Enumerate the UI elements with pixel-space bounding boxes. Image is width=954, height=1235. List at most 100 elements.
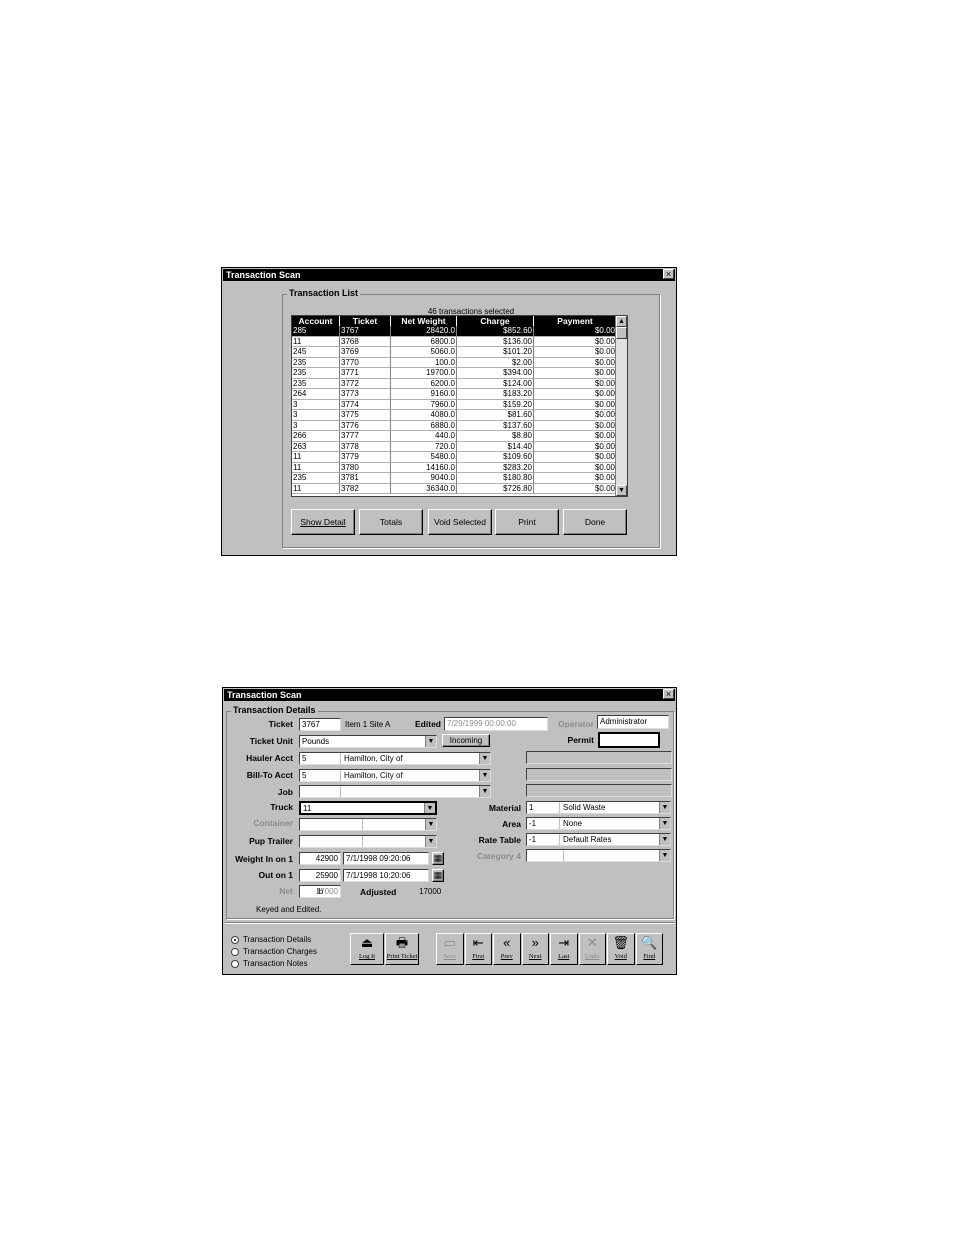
table-row[interactable]: 3 3774 7960.0 $159.20 $0.00 <box>292 399 617 410</box>
void-icon: 🗑 <box>612 935 629 950</box>
next-button[interactable]: » Next <box>521 933 549 965</box>
category-4-select[interactable]: ▼ <box>526 849 671 862</box>
column-header-payment[interactable]: Payment <box>534 316 617 326</box>
table-row[interactable]: 235 3771 19700.0 $394.00 $0.00 <box>292 368 617 379</box>
table-cell: 440.0 <box>391 431 457 442</box>
table-cell: $0.00 <box>534 431 617 442</box>
weight-in-field[interactable]: 42900 <box>299 852 341 865</box>
first-button[interactable]: ⇤ First <box>464 933 492 965</box>
chevron-down-icon[interactable]: ▼ <box>425 836 436 847</box>
radio-button[interactable] <box>231 960 239 968</box>
done-button[interactable]: Done <box>563 509 627 535</box>
table-row[interactable]: 264 3773 9160.0 $183.20 $0.00 <box>292 389 617 400</box>
prev-button[interactable]: « Prev <box>493 933 521 965</box>
job-select[interactable]: ▼ <box>299 785 491 798</box>
print-ticket-icon: 🖶 <box>395 935 409 950</box>
adjusted-label: Adjusted <box>360 887 397 897</box>
print-button[interactable]: Print <box>495 509 559 535</box>
chevron-down-icon[interactable]: ▼ <box>479 753 490 764</box>
undo-button[interactable]: ✕ Undo <box>578 933 606 965</box>
close-icon[interactable]: × <box>663 269 674 279</box>
column-header-net-weight[interactable]: Net Weight <box>391 316 457 326</box>
truck-select[interactable]: 11 ▼ <box>299 801 437 815</box>
chevron-down-icon[interactable]: ▼ <box>425 736 436 747</box>
chevron-down-icon[interactable]: ▼ <box>479 770 490 781</box>
out-on-field[interactable]: 25900 <box>299 869 341 882</box>
table-row[interactable]: 235 3770 100.0 $2.00 $0.00 <box>292 357 617 368</box>
chevron-down-icon[interactable]: ▼ <box>424 803 435 813</box>
calendar-icon[interactable]: ▦ <box>432 869 444 882</box>
totals-button[interactable]: Totals <box>359 509 423 535</box>
close-icon[interactable]: × <box>663 689 674 699</box>
hauler-acct-select[interactable]: 5 Hamilton, City of ▼ <box>299 752 491 765</box>
table-cell: 3778 <box>340 441 391 452</box>
bottom-separator <box>225 922 674 924</box>
chevron-down-icon[interactable]: ▼ <box>479 786 490 797</box>
table-row[interactable]: 285 3767 28420.0 $852.60 $0.00 <box>292 326 617 337</box>
void-selected-button[interactable]: Void Selected <box>428 509 492 535</box>
log-it-button[interactable]: ⏏ Log It <box>350 933 384 965</box>
navigation-toolbar: ▭ Save ⇤ First « Prev » Next ⇥ Last ✕ Undo 🗑 Void 🔍 Fin… <box>436 933 666 966</box>
ticket-unit-select[interactable]: Pounds ▼ <box>299 735 437 748</box>
table-cell: $159.20 <box>457 399 534 410</box>
table-cell: 5480.0 <box>391 452 457 463</box>
rate-table-name: Default Rates <box>563 835 612 844</box>
table-row[interactable]: 235 3772 6200.0 $124.00 $0.00 <box>292 378 617 389</box>
weight-in-datetime[interactable]: 7/1/1998 09:20:06 <box>343 852 429 865</box>
find-button[interactable]: 🔍 Find <box>635 933 663 965</box>
save-button[interactable]: ▭ Save <box>436 933 464 965</box>
chevron-down-icon[interactable]: ▼ <box>425 819 436 830</box>
table-row[interactable]: 3 3775 4080.0 $81.60 $0.00 <box>292 410 617 421</box>
table-cell: 3 <box>292 399 340 410</box>
table-row[interactable]: 235 3781 9040.0 $180.80 $0.00 <box>292 473 617 484</box>
table-cell: 6880.0 <box>391 420 457 431</box>
table-row[interactable]: 11 3768 6800.0 $136.00 $0.00 <box>292 336 617 347</box>
operator-field[interactable]: Administrator <box>597 715 669 729</box>
material-select[interactable]: 1 Solid Waste ▼ <box>526 801 671 814</box>
out-on-datetime[interactable]: 7/1/1998 10:20:06 <box>343 869 429 882</box>
scroll-down-icon[interactable]: ▼ <box>616 485 627 496</box>
table-row[interactable]: 11 3779 5480.0 $109.60 $0.00 <box>292 452 617 463</box>
bill-to-acct-code: 5 <box>302 771 307 780</box>
radio-button[interactable] <box>231 948 239 956</box>
rate-table-select[interactable]: -1 Default Rates ▼ <box>526 833 671 846</box>
bill-to-acct-select[interactable]: 5 Hamilton, City of ▼ <box>299 769 491 782</box>
table-cell: $14.40 <box>457 441 534 452</box>
action-toolbar: ⏏ Log It 🖶 Print Ticket <box>350 933 420 966</box>
chevron-down-icon[interactable]: ▼ <box>659 818 670 829</box>
table-row[interactable]: 11 3780 14160.0 $283.20 $0.00 <box>292 462 617 473</box>
permit-field[interactable] <box>598 732 660 748</box>
table-cell: 3777 <box>340 431 391 442</box>
void-button[interactable]: 🗑 Void <box>607 933 635 965</box>
table-row[interactable]: 11 3782 36340.0 $726.80 $0.00 <box>292 483 617 494</box>
last-button[interactable]: ⇥ Last <box>550 933 578 965</box>
calendar-icon[interactable]: ▦ <box>432 852 444 865</box>
container-select[interactable]: ▼ <box>299 818 437 831</box>
area-select[interactable]: -1 None ▼ <box>526 817 671 830</box>
show-detail-button[interactable]: Show Detail <box>291 509 355 535</box>
radio-label: Transaction Notes <box>243 959 308 968</box>
transaction-list[interactable]: Account Ticket Net Weight Charge Payment 285… <box>291 315 628 497</box>
table-cell: 3779 <box>340 452 391 463</box>
incoming-button[interactable]: Incoming <box>442 734 490 747</box>
print-ticket-button[interactable]: 🖶 Print Ticket <box>385 933 419 965</box>
ticket-field[interactable]: 3767 <box>299 718 341 731</box>
table-cell: 4080.0 <box>391 410 457 421</box>
material-name: Solid Waste <box>563 803 606 812</box>
table-row[interactable]: 3 3776 6880.0 $137.60 $0.00 <box>292 420 617 431</box>
table-row[interactable]: 245 3769 5060.0 $101.20 $0.00 <box>292 347 617 358</box>
table-row[interactable]: 266 3777 440.0 $8.80 $0.00 <box>292 431 617 442</box>
scroll-thumb[interactable] <box>616 327 627 339</box>
column-header-charge[interactable]: Charge <box>457 316 534 326</box>
column-header-account[interactable]: Account <box>292 316 340 326</box>
pup-trailer-select[interactable]: ▼ <box>299 835 437 848</box>
table-cell: 3772 <box>340 378 391 389</box>
chevron-down-icon[interactable]: ▼ <box>659 802 670 813</box>
list-scrollbar[interactable]: ▲ ▼ <box>615 316 627 496</box>
chevron-down-icon[interactable]: ▼ <box>659 850 670 861</box>
radio-button[interactable] <box>231 936 239 944</box>
column-header-ticket[interactable]: Ticket <box>340 316 391 326</box>
table-row[interactable]: 263 3778 720.0 $14.40 $0.00 <box>292 441 617 452</box>
scroll-up-icon[interactable]: ▲ <box>616 316 627 327</box>
chevron-down-icon[interactable]: ▼ <box>659 834 670 845</box>
